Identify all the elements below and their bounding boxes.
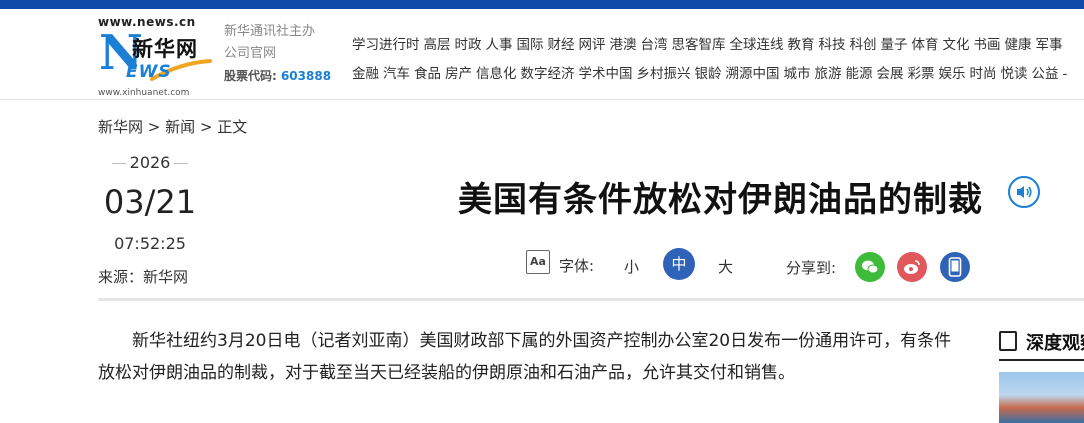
nav-link[interactable]: 城市 (784, 66, 811, 82)
stock-code[interactable]: 股票代码: 603888 (224, 65, 331, 88)
nav-link[interactable]: 港澳 (610, 37, 637, 53)
nav-link[interactable]: 数字经济 (521, 66, 575, 82)
nav-link[interactable]: 高层 (424, 37, 451, 53)
nav-link[interactable]: 人事 (486, 37, 513, 53)
nav-link[interactable]: 教育 (788, 37, 815, 53)
nav-link[interactable]: 科技 (819, 37, 846, 53)
nav-link[interactable]: 学术中国 (579, 66, 633, 82)
sidebar-underline (999, 359, 1084, 361)
nav-link[interactable]: 悦读 (1001, 66, 1028, 82)
org-line1: 新华通讯社主办 (224, 24, 316, 39)
nav-link[interactable]: 书画 (974, 37, 1001, 53)
nav-link[interactable]: 公益 (1032, 66, 1059, 82)
nav-link[interactable]: 全球连线 (730, 37, 784, 53)
nav-link[interactable]: 思客智库 (672, 37, 726, 53)
nav-link[interactable]: 能源 (846, 66, 873, 82)
date-year: 2026 (112, 153, 188, 172)
date-time: 07:52:25 (114, 234, 186, 253)
font-large-button[interactable]: 大 (718, 256, 733, 277)
channel-nav: 学习进行时 高层 时政 人事 国际 财经 网评 港澳 台湾 思客智库 全球连线 教育 科技 科创 量子 体育文… (352, 31, 1084, 89)
stock-number: 603888 (280, 69, 332, 83)
nav-link[interactable]: 网评 (579, 37, 606, 53)
nav-link[interactable]: 汽车 (383, 66, 410, 82)
nav-link[interactable]: 娱乐 (939, 66, 966, 82)
nav-link[interactable]: 银龄 (695, 66, 722, 82)
nav-row-1: 学习进行时 高层 时政 人事 国际 财经 网评 港澳 台湾 思客智库 全球连线 教育 科技 科创 量子 体育文… (352, 31, 1084, 60)
top-accent-bar (0, 0, 1084, 9)
nav-link[interactable]: - (1063, 66, 1068, 82)
nav-link[interactable]: 彩票 (908, 66, 935, 82)
logo-url-bottom: www.xinhuanet.com (98, 88, 190, 98)
nav-link[interactable]: 体育 (912, 37, 939, 53)
nav-link[interactable]: 健康 (1005, 37, 1032, 53)
nav-link[interactable]: 旅游 (815, 66, 842, 82)
nav-link[interactable]: 军事 (1036, 37, 1063, 53)
site-header: www.news.cn N 新华网 EWS www.xinhuanet.com … (0, 9, 1084, 100)
org-info: 新华通讯社主办 公司官网 股票代码: 603888 (224, 21, 331, 88)
sidebar-thumbnail-image[interactable] (999, 372, 1084, 423)
sidebar-header[interactable]: 深度观察 (999, 327, 1084, 357)
nav-link[interactable]: 金融 (352, 66, 379, 82)
xinhua-logo[interactable]: www.news.cn N 新华网 EWS www.xinhuanet.com (98, 15, 218, 101)
nav-row-2: 金融 汽车 食品 房产 信息化 数字经济 学术中国 乡村振兴 银龄 溯源中国 城市 旅游 能源 会展 彩票娱… (352, 60, 1084, 89)
nav-link[interactable]: 学习进行时 (352, 37, 420, 53)
share-label: 分享到: (786, 259, 837, 277)
font-size-label: 字体: (559, 257, 595, 275)
speaker-icon[interactable] (1008, 176, 1040, 208)
article-body: 新华社纽约3月20日电（记者刘亚南）美国财政部下属的外国资产控制办公室20日发布… (98, 325, 968, 389)
nav-link[interactable]: 会展 (877, 66, 904, 82)
breadcrumb[interactable]: 新华网 > 新闻 > 正文 (98, 116, 247, 137)
font-size-icon: Aa (526, 250, 550, 274)
nav-link[interactable]: 国际 (517, 37, 544, 53)
article-title: 美国有条件放松对伊朗油品的制裁 (458, 180, 983, 220)
nav-link[interactable]: 量子 (881, 37, 908, 53)
article-source: 来源：新华网 (98, 268, 189, 286)
section-divider (98, 298, 1084, 301)
stock-label: 股票代码: (224, 69, 277, 83)
wechat-share-icon[interactable] (855, 252, 885, 282)
article-paragraph: 新华社纽约3月20日电（记者刘亚南）美国财政部下属的外国资产控制办公室20日发布… (98, 331, 952, 383)
weibo-share-icon[interactable] (897, 252, 927, 282)
nav-link[interactable]: 房产 (445, 66, 472, 82)
nav-link[interactable]: 溯源中国 (726, 66, 780, 82)
nav-link[interactable]: 时政 (455, 37, 482, 53)
font-medium-button[interactable]: 中 (663, 248, 695, 280)
sidebar-book-icon (999, 331, 1017, 351)
font-small-button[interactable]: 小 (624, 256, 639, 277)
org-line2: 公司官网 (224, 46, 277, 61)
nav-link[interactable]: 文化 (943, 37, 970, 53)
mobile-share-icon[interactable] (940, 252, 970, 282)
nav-link[interactable]: 财经 (548, 37, 575, 53)
nav-link[interactable]: 信息化 (476, 66, 517, 82)
date-month-day: 03/21 (103, 183, 197, 221)
nav-link[interactable]: 科创 (850, 37, 877, 53)
nav-link[interactable]: 时尚 (970, 66, 997, 82)
nav-link[interactable]: 乡村振兴 (637, 66, 691, 82)
logo-ews-text: EWS (126, 62, 172, 82)
nav-link[interactable]: 台湾 (641, 37, 668, 53)
nav-link[interactable]: 食品 (414, 66, 441, 82)
sidebar-title: 深度观察 (1026, 333, 1084, 354)
